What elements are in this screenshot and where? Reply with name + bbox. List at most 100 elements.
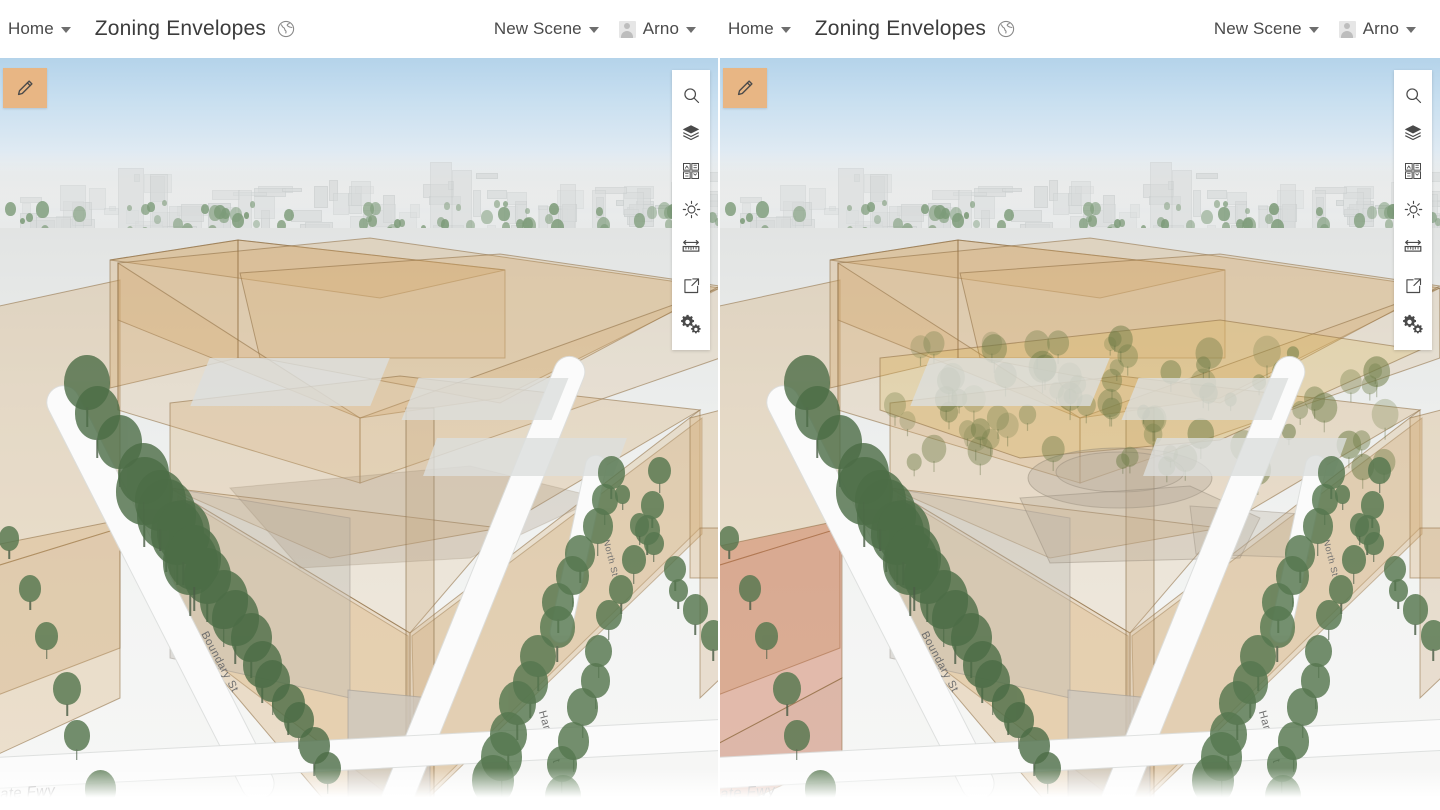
chevron-down-icon	[1308, 27, 1319, 33]
sun-icon	[1404, 200, 1422, 218]
settings-icon-button-right[interactable]	[1394, 304, 1432, 342]
tree	[629, 513, 650, 537]
plaza-block	[190, 358, 390, 406]
search-icon-button-left[interactable]	[672, 76, 710, 114]
scene-viewport-left[interactable]: Boundary St Hartley St North St ate Fwy	[0, 58, 718, 810]
scene-menu-label: New Scene	[493, 19, 582, 38]
tree	[644, 531, 664, 555]
tree	[1349, 513, 1370, 537]
chevron-down-icon	[686, 27, 696, 33]
user-menu-label: Arno	[1362, 19, 1399, 38]
app-header: Home Zoning Envelopes New Scene Arno Hom…	[0, 0, 1440, 58]
tree	[596, 599, 622, 631]
plaza-block	[1121, 378, 1289, 420]
layers-icon	[682, 125, 700, 141]
tree	[682, 594, 709, 625]
tree	[1388, 578, 1408, 602]
viewport-container: Boundary St Hartley St North St ate Fwy	[0, 58, 1440, 810]
share-icon-button-left[interactable]	[672, 266, 710, 304]
daylight-icon-button-left[interactable]	[672, 190, 710, 228]
tree	[1364, 531, 1384, 555]
plaza-block	[1143, 438, 1347, 476]
tree	[1402, 594, 1429, 625]
tree	[1420, 620, 1440, 651]
tree	[566, 687, 599, 726]
header-left-group-2: Home Zoning Envelopes	[720, 9, 1016, 49]
search-icon	[683, 87, 699, 103]
scene-title-text: Zoning Envelopes	[94, 17, 267, 40]
user-menu-right[interactable]: Arno	[1329, 9, 1426, 49]
globe-icon	[996, 19, 1016, 39]
tree	[53, 671, 82, 706]
basemap-grid-icon	[1405, 163, 1421, 179]
layers-icon	[1404, 125, 1422, 141]
edit-button-left[interactable]	[3, 68, 47, 108]
tree	[700, 620, 718, 651]
home-menu-label: Home	[728, 19, 774, 38]
header-right-group-right: New Scene Arno	[1204, 9, 1426, 49]
scene-menu-label: New Scene	[1213, 19, 1302, 38]
layers-icon-button-right[interactable]	[1394, 114, 1432, 152]
edit-button-right[interactable]	[723, 68, 767, 108]
header-left-group: Home Zoning Envelopes	[0, 9, 296, 49]
plaza-block	[910, 358, 1110, 406]
page-title-left: Zoning Envelopes	[95, 17, 296, 41]
scene-viewport-right[interactable]: Boundary St Hartley St North St ate Fwy	[720, 58, 1440, 810]
basemap-icon-button-right[interactable]	[1394, 152, 1432, 190]
ruler-icon	[1404, 239, 1422, 252]
gears-icon	[681, 314, 701, 334]
search-icon-button-right[interactable]	[1394, 76, 1432, 114]
chevron-down-icon	[780, 27, 791, 33]
measure-icon-button-left[interactable]	[672, 228, 710, 266]
tree	[668, 578, 688, 602]
tree	[64, 720, 90, 751]
basemap-grid-icon	[683, 163, 699, 179]
tree	[755, 622, 779, 650]
chevron-down-icon	[588, 27, 599, 33]
measure-icon-button-right[interactable]	[1394, 228, 1432, 266]
pencil-icon	[737, 80, 753, 96]
share-icon	[1405, 277, 1421, 293]
page-title-right: Zoning Envelopes	[815, 17, 1016, 41]
scene-menu-right[interactable]: New Scene	[1204, 9, 1329, 49]
scene-menu-left[interactable]: New Scene	[484, 9, 609, 49]
settings-icon-button-left[interactable]	[672, 304, 710, 342]
ruler-icon	[682, 239, 700, 252]
gears-icon	[1403, 314, 1423, 334]
daylight-icon-button-right[interactable]	[1394, 190, 1432, 228]
home-menu-right[interactable]: Home	[720, 9, 801, 49]
share-icon	[683, 277, 699, 293]
share-icon-button-right[interactable]	[1394, 266, 1432, 304]
tree	[615, 485, 631, 504]
home-menu-label: Home	[8, 19, 54, 38]
tree	[621, 545, 646, 575]
viewport-splitter[interactable]	[718, 58, 720, 810]
tree	[738, 575, 762, 602]
header-right-group-left: New Scene Arno	[484, 9, 706, 49]
bottom-fade-right	[720, 768, 1440, 810]
tree	[773, 671, 802, 706]
scene-title-text: Zoning Envelopes	[814, 17, 987, 40]
avatar-placeholder-icon	[1338, 20, 1356, 38]
chevron-down-icon	[1406, 27, 1416, 33]
tree	[35, 622, 59, 650]
header-left: Home Zoning Envelopes New Scene Arno	[0, 0, 720, 58]
basemap-icon-button-left[interactable]	[672, 152, 710, 190]
tool-rail-left	[672, 70, 710, 350]
search-icon	[1405, 87, 1421, 103]
bottom-fade-left	[0, 768, 718, 810]
tool-rail-right	[1394, 70, 1432, 350]
tree	[1335, 485, 1351, 504]
tree	[784, 720, 810, 751]
tree	[167, 525, 221, 590]
globe-icon	[276, 19, 296, 39]
tree	[18, 575, 42, 602]
avatar-placeholder-icon	[618, 20, 636, 38]
tree	[720, 526, 740, 551]
user-menu-left[interactable]: Arno	[609, 9, 706, 49]
tree	[887, 525, 941, 590]
layers-icon-button-left[interactable]	[672, 114, 710, 152]
tree	[1286, 687, 1319, 726]
pencil-icon	[17, 80, 33, 96]
home-menu-left[interactable]: Home	[0, 9, 81, 49]
